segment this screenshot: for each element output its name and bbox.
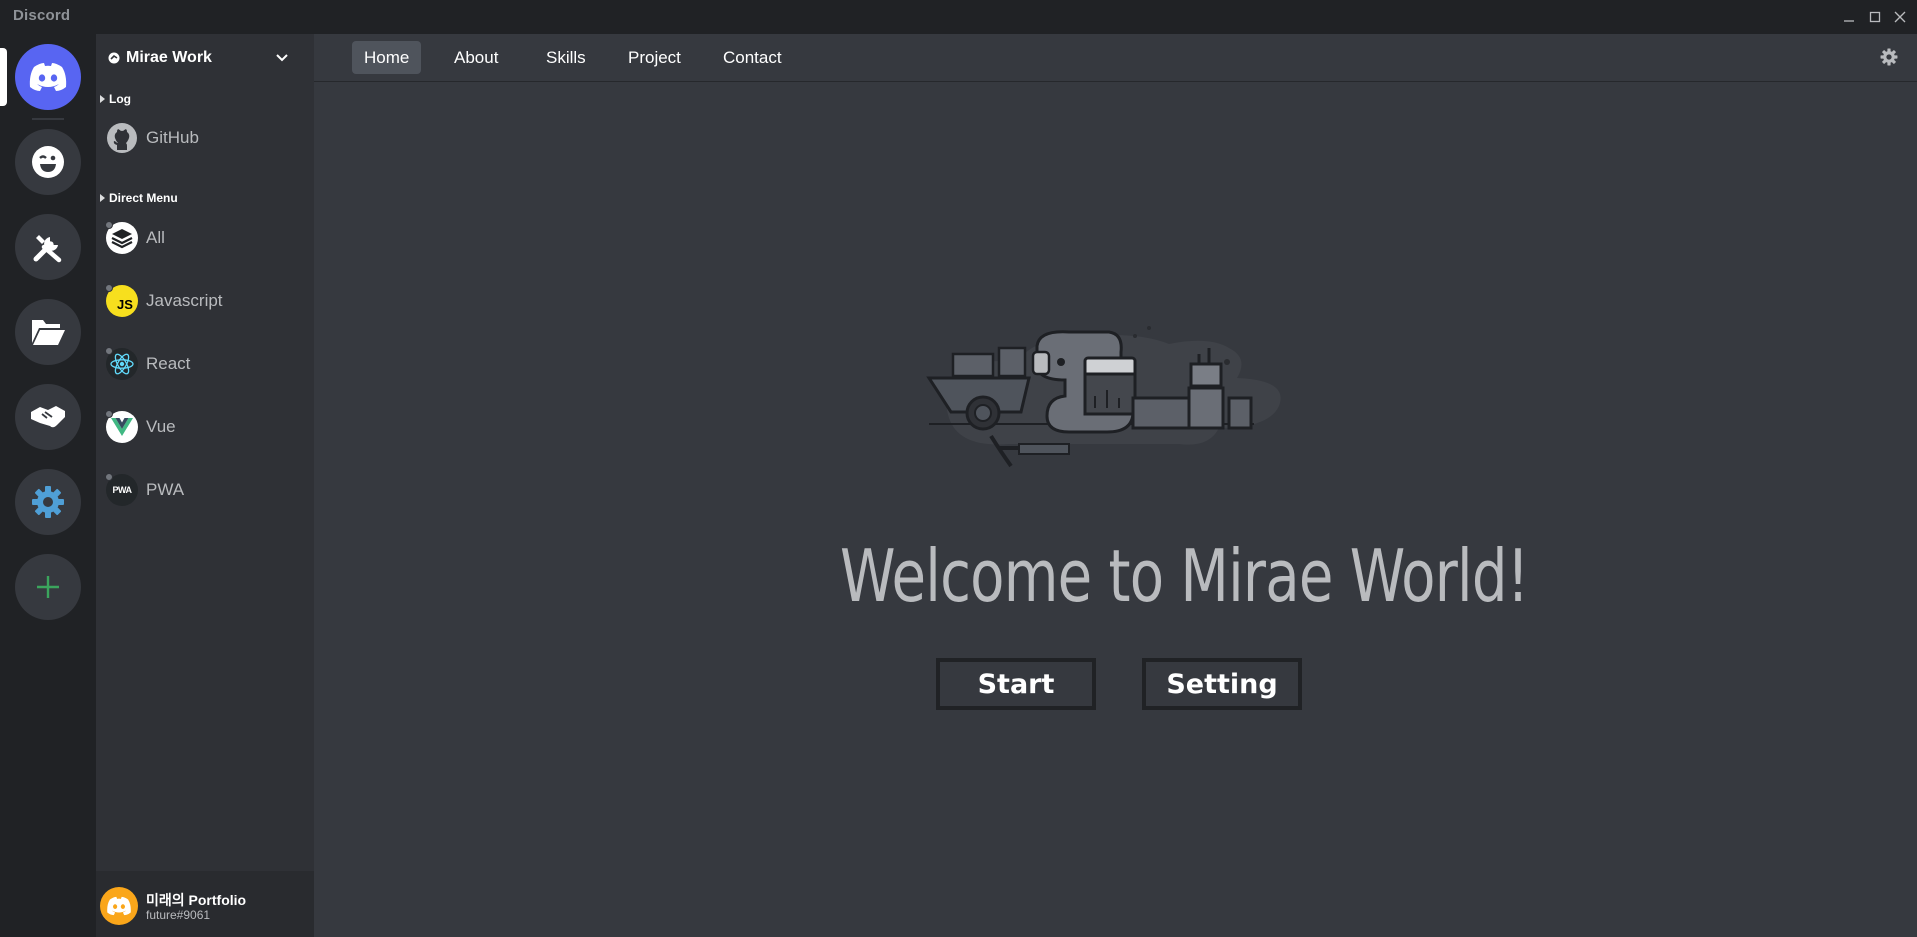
construction-illustration: [926, 326, 1281, 468]
channel-sidebar: Mirae Work Log GitHub Direct Menu All JS…: [96, 34, 314, 937]
rail-setting-button[interactable]: [15, 469, 81, 535]
channel-pwa[interactable]: PWA PWA: [105, 473, 185, 506]
user-panel: 미래의 Portfolio future#9061: [96, 871, 314, 937]
minimize-button[interactable]: [1836, 4, 1862, 30]
channel-react[interactable]: React: [105, 347, 191, 380]
server-name: Mirae Work: [126, 49, 212, 66]
javascript-icon: JS: [105, 284, 138, 317]
user-name: 미래의 Portfolio: [146, 892, 247, 908]
user-tag: future#9061: [146, 908, 211, 922]
settings-gear-icon[interactable]: [1880, 48, 1898, 66]
server-header[interactable]: Mirae Work: [96, 34, 314, 82]
avatar[interactable]: [100, 887, 138, 925]
channel-label: Javascript: [146, 291, 223, 310]
react-icon: [105, 347, 138, 380]
plus-icon: [37, 576, 59, 598]
discord-logo-icon: [29, 63, 67, 91]
discord-logo-icon: [107, 896, 131, 916]
tab-about[interactable]: About: [442, 41, 510, 74]
start-button[interactable]: Start: [936, 658, 1096, 710]
channel-label: All: [146, 228, 165, 247]
channel-github[interactable]: GitHub: [106, 122, 199, 154]
rail-separator: [32, 118, 64, 120]
caret-right-icon: [100, 95, 105, 103]
chevron-down-icon[interactable]: [274, 49, 290, 65]
rail-contact-button[interactable]: [15, 384, 81, 450]
status-dot: [105, 410, 113, 418]
tab-skills[interactable]: Skills: [534, 41, 598, 74]
status-dot: [105, 221, 113, 229]
server-rail: [0, 34, 96, 937]
minimize-icon: [1844, 20, 1854, 22]
rail-home-button[interactable]: [15, 44, 81, 110]
top-navigation: Home About Skills Project Contact: [314, 34, 1917, 82]
channel-all[interactable]: All: [105, 221, 165, 254]
js-badge: JS: [117, 296, 133, 312]
tools-icon: [33, 235, 62, 263]
rail-emoji-button[interactable]: [15, 129, 81, 195]
handshake-icon: [31, 406, 65, 428]
maximize-icon: [1869, 11, 1881, 23]
category-label: Direct Menu: [109, 191, 178, 205]
close-icon: [1894, 11, 1906, 23]
rail-project-button[interactable]: [15, 299, 81, 365]
channel-label: Vue: [146, 417, 176, 436]
github-icon: [106, 122, 138, 154]
rail-skills-button[interactable]: [15, 214, 81, 280]
layers-icon: [105, 221, 138, 254]
title-bar: Discord: [0, 0, 1917, 34]
tab-project[interactable]: Project: [616, 41, 693, 74]
winking-face-icon: [32, 146, 64, 178]
channel-javascript[interactable]: JS Javascript: [105, 284, 223, 317]
server-badge-icon: [108, 52, 120, 64]
gear-icon: [32, 486, 64, 518]
open-folder-icon: [32, 320, 65, 345]
app-title: Discord: [13, 7, 71, 24]
category-direct-menu[interactable]: Direct Menu: [100, 191, 178, 205]
category-label: Log: [109, 92, 131, 106]
category-log[interactable]: Log: [100, 92, 131, 106]
caret-right-icon: [100, 194, 105, 202]
pwa-badge: PWA: [112, 485, 132, 495]
maximize-button[interactable]: [1862, 4, 1888, 30]
channel-vue[interactable]: Vue: [105, 410, 176, 443]
status-dot: [105, 347, 113, 355]
tab-home[interactable]: Home: [352, 41, 422, 74]
close-button[interactable]: [1887, 4, 1913, 30]
channel-label: React: [146, 354, 191, 373]
setting-button[interactable]: Setting: [1142, 658, 1302, 710]
status-dot: [105, 473, 113, 481]
welcome-title: Welcome to Mirae World!: [840, 534, 1529, 618]
active-server-indicator: [0, 48, 7, 106]
rail-add-button[interactable]: [15, 554, 81, 620]
pwa-icon: PWA: [105, 473, 138, 506]
status-dot: [105, 284, 113, 292]
channel-label: GitHub: [146, 128, 199, 147]
main-content: Home About Skills Project Contact Welcom…: [314, 34, 1917, 937]
vue-icon: [105, 410, 138, 443]
tab-contact[interactable]: Contact: [711, 41, 794, 74]
channel-label: PWA: [146, 480, 185, 499]
